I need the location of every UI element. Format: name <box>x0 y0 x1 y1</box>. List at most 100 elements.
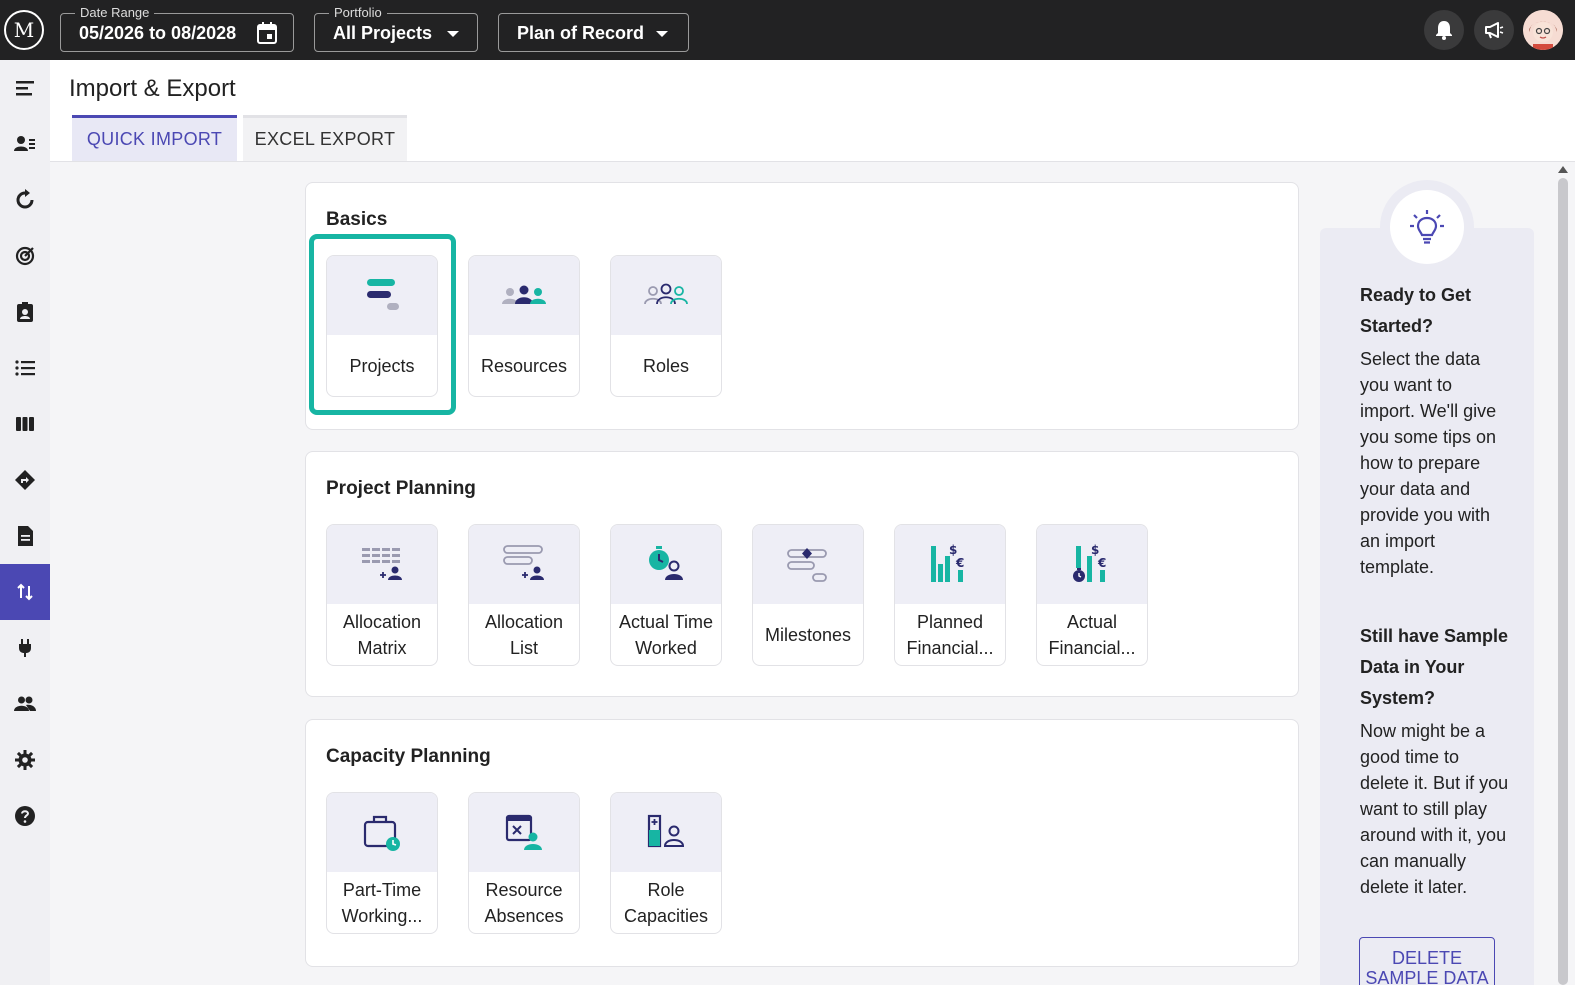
resources-icon <box>14 136 35 151</box>
tile-allocation-matrix[interactable]: Allocation Matrix <box>326 524 438 666</box>
actual-financials-icon: $ € <box>1073 543 1106 582</box>
columns-icon <box>16 417 34 431</box>
portfolio-select[interactable]: Portfolio All Projects <box>314 5 478 52</box>
tile-icon-area <box>327 525 437 604</box>
help-icon <box>15 806 35 826</box>
tile-resource-absences[interactable]: Resource Absences <box>468 792 580 934</box>
role-capacity-icon <box>647 814 685 847</box>
calendar-absence-icon <box>505 814 542 850</box>
sidebar-item-refresh[interactable] <box>0 172 50 228</box>
portfolio-value: All Projects <box>333 23 433 43</box>
badge-icon <box>17 302 33 322</box>
plug-icon <box>19 639 31 657</box>
chevron-down-icon <box>656 31 668 37</box>
sidebar-item-directions[interactable] <box>0 452 50 508</box>
date-range-value: 05/2026 to 08/2028 <box>79 23 237 43</box>
help-panel: Ready to Get Started? Select the data yo… <box>1320 228 1534 985</box>
briefcase-clock-icon <box>363 815 400 851</box>
plan-select[interactable]: Plan of Record <box>498 13 689 52</box>
sidebar-item-help[interactable] <box>0 788 50 844</box>
help-text-sample-data: Now might be a good time to delete it. B… <box>1360 721 1509 897</box>
chevron-down-icon <box>447 31 459 37</box>
tile-actual-time-worked[interactable]: Actual Time Worked <box>610 524 722 666</box>
scrollbar-thumb[interactable] <box>1558 178 1568 985</box>
tile-actual-financials[interactable]: $ € Actual Financial... <box>1036 524 1148 666</box>
user-avatar[interactable] <box>1523 10 1563 50</box>
svg-text:€: € <box>955 556 964 570</box>
svg-text:$: $ <box>949 543 957 557</box>
lightbulb-icon <box>1410 210 1444 244</box>
sidebar-item-list[interactable] <box>0 340 50 396</box>
sidebar-item-resources[interactable] <box>0 116 50 172</box>
tile-label: Role Capacities <box>623 880 709 926</box>
plan-value: Plan of Record <box>517 23 645 43</box>
megaphone-icon <box>1485 22 1504 39</box>
tile-part-time-working[interactable]: Part-Time Working... <box>326 792 438 934</box>
page-title: Import & Export <box>69 75 236 102</box>
tile-milestones[interactable]: Milestones <box>752 524 864 666</box>
tile-label: Milestones <box>764 625 852 645</box>
announcements-button[interactable] <box>1474 10 1514 50</box>
list-icon <box>15 360 35 376</box>
people-icon <box>14 696 36 711</box>
sidebar-item-settings[interactable] <box>0 732 50 788</box>
tile-roles[interactable]: Roles <box>610 255 722 397</box>
portfolio-label: Portfolio <box>329 5 387 20</box>
document-icon <box>18 526 33 546</box>
sidebar-item-assignments[interactable] <box>0 284 50 340</box>
menu-icon <box>16 81 34 96</box>
sidebar-item-menu[interactable] <box>0 60 50 116</box>
tile-icon-area: $ € <box>895 525 1005 604</box>
tile-label: Roles <box>642 356 690 376</box>
lightbulb-circle <box>1390 190 1464 264</box>
avatar-icon <box>1523 10 1563 50</box>
tile-role-capacities[interactable]: Role Capacities <box>610 792 722 934</box>
milestones-icon <box>787 547 827 582</box>
tile-icon-area <box>469 256 579 335</box>
tile-resources[interactable]: Resources <box>468 255 580 397</box>
sidebar-item-board[interactable] <box>0 396 50 452</box>
bell-icon <box>1436 21 1452 40</box>
sidebar-item-people[interactable] <box>0 676 50 732</box>
lightbulb-badge <box>1380 180 1474 274</box>
section-title: Capacity Planning <box>326 746 491 767</box>
delete-sample-data-button[interactable]: DELETE SAMPLE DATA <box>1359 937 1495 985</box>
top-bar: M Date Range 05/2026 to 08/2028 Portfoli… <box>0 0 1575 60</box>
calendar-icon[interactable] <box>257 22 277 44</box>
directions-icon <box>15 470 35 490</box>
notifications-button[interactable] <box>1424 10 1464 50</box>
project-planning-section: Project Planning Allocation Matrix Alloc… <box>305 451 1299 697</box>
tile-icon-area <box>611 525 721 604</box>
roles-icon <box>644 283 688 304</box>
tile-label: Part-Time Working... <box>341 880 423 926</box>
page-header: Import & Export QUICK IMPORT EXCEL EXPOR… <box>50 60 1575 162</box>
date-range-label: Date Range <box>75 5 155 20</box>
date-range-picker[interactable]: Date Range 05/2026 to 08/2028 <box>60 5 294 52</box>
tile-label: Resource Absences <box>484 880 564 926</box>
tile-icon-area <box>611 256 721 335</box>
resources-icon <box>502 285 546 304</box>
refresh-icon <box>16 189 34 209</box>
help-heading-get-started: Ready to Get Started? <box>1360 285 1472 336</box>
tile-icon-area <box>753 525 863 604</box>
gear-icon <box>15 750 35 770</box>
allocation-list-icon <box>503 544 544 580</box>
matrix-icon <box>362 547 402 580</box>
tile-label: Actual Time Worked <box>618 612 714 658</box>
tile-planned-financials[interactable]: $ € Planned Financial... <box>894 524 1006 666</box>
sidebar-item-integrations[interactable] <box>0 620 50 676</box>
planned-financials-icon: $ € <box>931 543 964 582</box>
scroll-up-arrow[interactable] <box>1558 166 1568 173</box>
tile-allocation-list[interactable]: Allocation List <box>468 524 580 666</box>
tab-quick-import[interactable]: QUICK IMPORT <box>72 115 237 161</box>
section-title: Project Planning <box>326 478 476 499</box>
tile-label: Allocation Matrix <box>342 612 422 658</box>
app-logo[interactable]: M <box>4 10 44 50</box>
sidebar-item-import-export[interactable] <box>0 564 50 620</box>
tile-label: Resources <box>480 356 568 376</box>
tile-label: Planned Financial... <box>906 612 994 658</box>
sidebar-item-target[interactable] <box>0 228 50 284</box>
sidebar-item-reports[interactable] <box>0 508 50 564</box>
tab-excel-export[interactable]: EXCEL EXPORT <box>243 115 407 161</box>
tile-label: Allocation List <box>484 612 564 658</box>
